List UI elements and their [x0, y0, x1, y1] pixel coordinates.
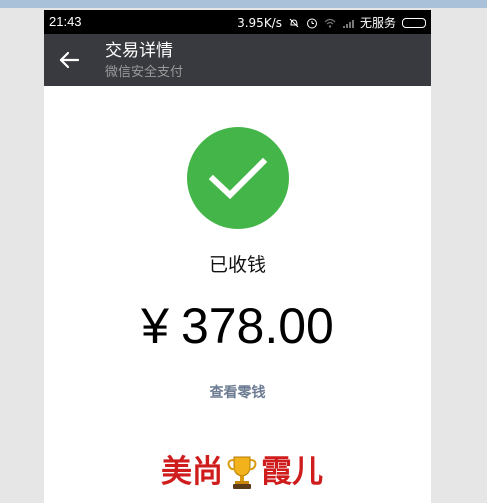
background-gutter: [431, 8, 487, 503]
status-time: 21:43: [49, 14, 82, 29]
signature: 美尚 霞儿: [127, 450, 357, 494]
top-strip: [0, 0, 487, 8]
page-title: 交易详情: [105, 41, 173, 61]
view-change-link[interactable]: 查看零钱: [44, 382, 431, 402]
signature-part2: 霞儿: [261, 454, 323, 490]
signature-part1: 美尚: [161, 454, 223, 490]
transaction-status: 已收钱: [208, 254, 266, 276]
signal-icon: [342, 19, 354, 28]
battery-icon: [402, 17, 426, 28]
app-bar: 交易详情 微信安全支付: [44, 34, 431, 86]
status-bar: 21:43 3.95K/s 无服务: [44, 10, 431, 34]
trophy-icon: [227, 456, 257, 489]
service-status: 无服务: [359, 16, 396, 30]
wifi-icon: [324, 18, 336, 28]
phone-screen: 21:43 3.95K/s 无服务 交易详情 微信安全支付 已收钱 ¥ 378.…: [44, 10, 431, 503]
amount: ¥378.00: [44, 296, 431, 356]
status-right: 3.95K/s 无服务: [237, 14, 426, 31]
alarm-off-icon: [289, 18, 299, 27]
network-speed: 3.95K/s: [237, 15, 282, 30]
arrow-left-icon[interactable]: [56, 46, 84, 74]
check-circle-icon: [187, 127, 289, 229]
clock-icon: [306, 18, 317, 28]
currency-symbol: ¥: [141, 298, 169, 354]
page-subtitle: 微信安全支付: [105, 65, 184, 80]
amount-value: 378.00: [180, 298, 334, 354]
